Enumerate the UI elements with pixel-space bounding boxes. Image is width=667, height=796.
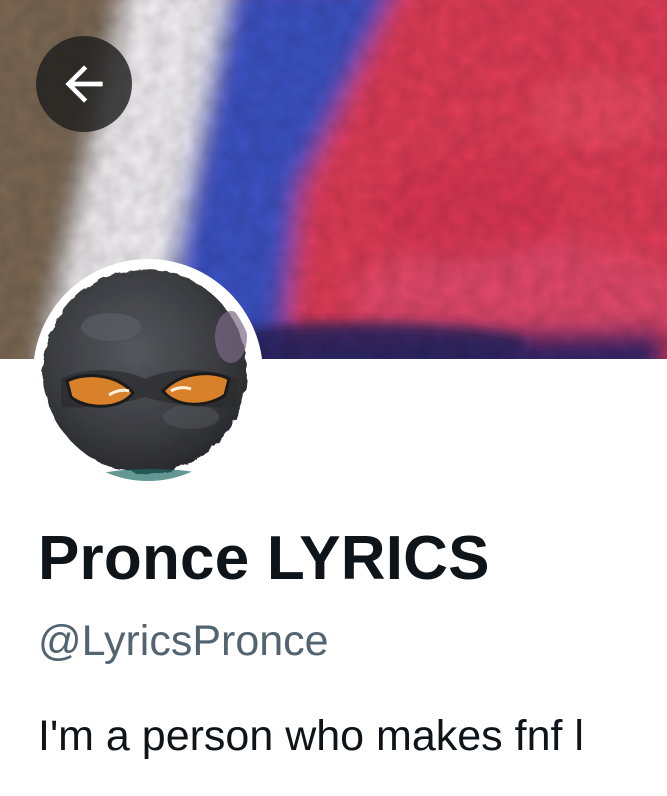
arrow-left-icon (65, 65, 103, 103)
display-name: Pronce LYRICS (38, 524, 490, 593)
avatar[interactable] (41, 267, 255, 481)
profile-page: Pronce LYRICS @LyricsPronce I'm a person… (0, 0, 667, 796)
avatar-ring (33, 259, 263, 489)
profile-bio: I'm a person who makes fnf l (38, 712, 584, 760)
avatar-image (41, 267, 255, 481)
user-handle: @LyricsPronce (38, 617, 329, 665)
back-button[interactable] (36, 36, 132, 132)
